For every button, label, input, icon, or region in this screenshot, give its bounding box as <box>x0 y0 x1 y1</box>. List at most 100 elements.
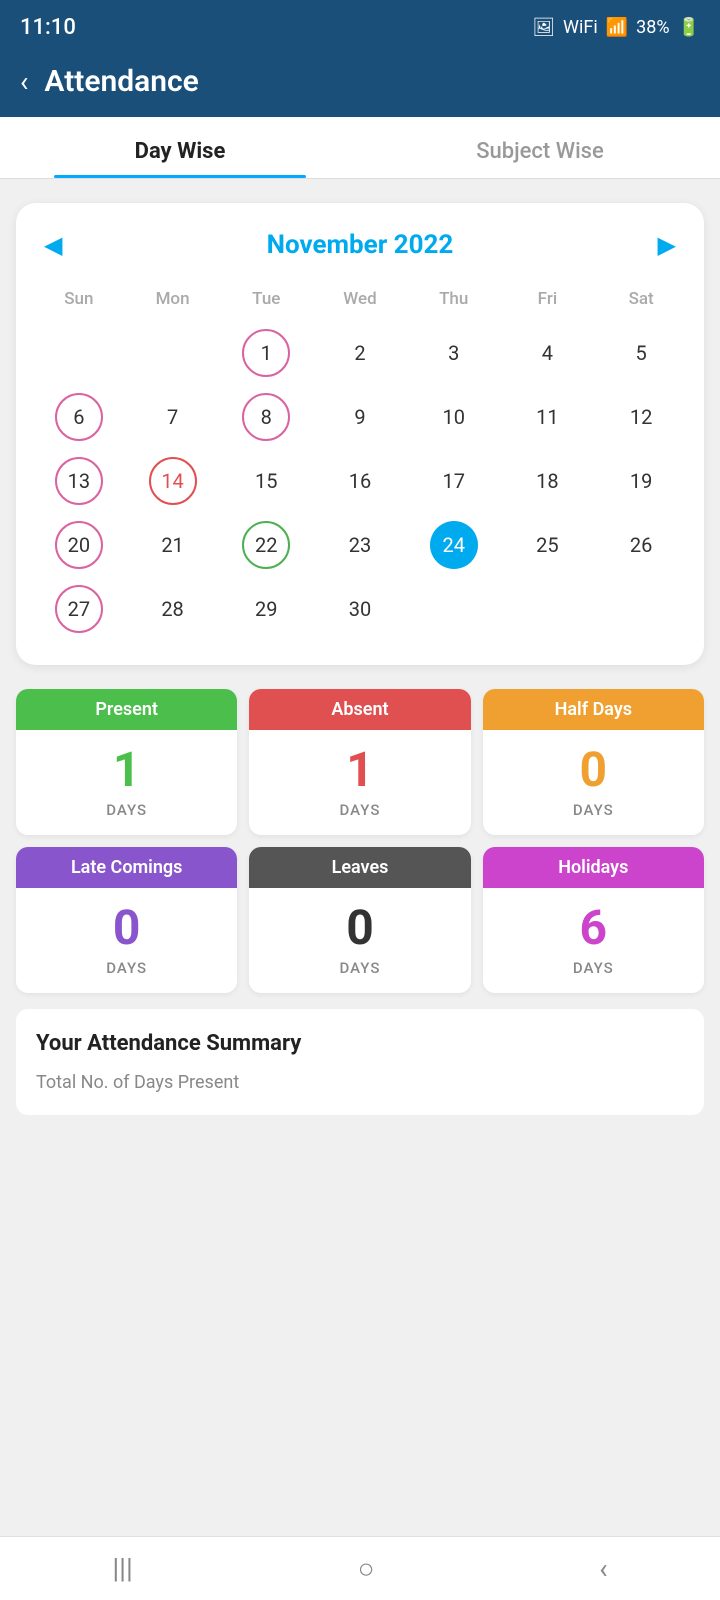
stat-header-holidays: Holidays <box>483 847 704 888</box>
cal-day-10[interactable]: 10 <box>407 385 501 449</box>
cal-day-empty <box>501 577 595 641</box>
nav-back[interactable]: ‹ <box>599 1552 607 1585</box>
stats-section: Present1DAYSAbsent1DAYSHalf Days0DAYSLat… <box>16 689 704 993</box>
cal-day-empty <box>594 577 688 641</box>
summary-section: Your Attendance Summary Total No. of Day… <box>16 1009 704 1115</box>
stat-header-present: Present <box>16 689 237 730</box>
nav-home[interactable]: ○ <box>358 1552 375 1585</box>
stat-value-present: 1 <box>24 744 229 797</box>
stat-header-absent: Absent <box>249 689 470 730</box>
dow-tue: Tue <box>219 283 313 321</box>
stat-value-absent: 1 <box>257 744 462 797</box>
cal-day-4[interactable]: 4 <box>501 321 595 385</box>
stat-body-leaves: 0 DAYS <box>249 888 470 993</box>
stat-body-holidays: 6 DAYS <box>483 888 704 993</box>
summary-title: Your Attendance Summary <box>36 1031 684 1056</box>
stat-header-leaves: Leaves <box>249 847 470 888</box>
status-time: 11:10 <box>20 15 76 40</box>
stat-header-half-days: Half Days <box>483 689 704 730</box>
stat-card-half-days: Half Days0DAYS <box>483 689 704 835</box>
calendar-header: ◀ November 2022 ▶ <box>32 227 688 263</box>
cal-day-12[interactable]: 12 <box>594 385 688 449</box>
prev-month-button[interactable]: ◀ <box>32 227 74 263</box>
dow-thu: Thu <box>407 283 501 321</box>
cal-day-5[interactable]: 5 <box>594 321 688 385</box>
cal-day-20[interactable]: 20 <box>32 513 126 577</box>
cal-day-15[interactable]: 15 <box>219 449 313 513</box>
stat-header-late-comings: Late Comings <box>16 847 237 888</box>
nav-recent-apps[interactable]: ||| <box>112 1552 133 1585</box>
stat-body-present: 1 DAYS <box>16 730 237 835</box>
stat-value-late-comings: 0 <box>24 902 229 955</box>
dow-wed: Wed <box>313 283 407 321</box>
cal-day-23[interactable]: 23 <box>313 513 407 577</box>
calendar-days: 1234567891011121314151617181920212223242… <box>32 321 688 641</box>
stat-unit-holidays: DAYS <box>491 959 696 977</box>
battery-icon: 🔋 <box>678 17 700 38</box>
stat-card-absent: Absent 1 DAYS <box>249 689 470 835</box>
cal-day-7[interactable]: 7 <box>126 385 220 449</box>
cal-day-empty <box>32 321 126 385</box>
stat-body-late-comings: 0 DAYS <box>16 888 237 993</box>
cal-day-26[interactable]: 26 <box>594 513 688 577</box>
stat-value-holidays: 6 <box>491 902 696 955</box>
stat-card-late-comings: Late Comings 0 DAYS <box>16 847 237 993</box>
stat-body-absent: 1 DAYS <box>249 730 470 835</box>
cal-day-17[interactable]: 17 <box>407 449 501 513</box>
stat-card-holidays: Holidays 6 DAYS <box>483 847 704 993</box>
page-title: Attendance <box>44 64 198 99</box>
signal-icon: 📶 <box>606 17 628 38</box>
stat-unit-half-days: DAYS <box>491 801 696 819</box>
cal-day-28[interactable]: 28 <box>126 577 220 641</box>
month-title: November 2022 <box>267 230 454 260</box>
cal-day-6[interactable]: 6 <box>32 385 126 449</box>
stat-unit-present: DAYS <box>24 801 229 819</box>
cal-day-9[interactable]: 9 <box>313 385 407 449</box>
summary-row-1: Total No. of Days Present <box>36 1066 684 1099</box>
bottom-nav: ||| ○ ‹ <box>0 1536 720 1600</box>
cal-day-16[interactable]: 16 <box>313 449 407 513</box>
calendar-grid: Sun Mon Tue Wed Thu Fri Sat <box>32 283 688 321</box>
dow-sat: Sat <box>594 283 688 321</box>
tab-day-wise[interactable]: Day Wise <box>0 117 360 178</box>
cal-day-2[interactable]: 2 <box>313 321 407 385</box>
cal-day-25[interactable]: 25 <box>501 513 595 577</box>
status-icons: 🖼 WiFi 📶 38% 🔋 <box>532 17 700 38</box>
stat-card-leaves: Leaves 0 DAYS <box>249 847 470 993</box>
calendar-card: ◀ November 2022 ▶ Sun Mon Tue Wed Thu Fr… <box>16 203 704 665</box>
photo-icon: 🖼 <box>532 17 555 38</box>
cal-day-3[interactable]: 3 <box>407 321 501 385</box>
stat-unit-late-comings: DAYS <box>24 959 229 977</box>
cal-day-14[interactable]: 14 <box>126 449 220 513</box>
back-button[interactable]: ‹ <box>20 65 28 98</box>
stat-card-present: Present 1 DAYS <box>16 689 237 835</box>
header: ‹ Attendance <box>0 50 720 117</box>
stat-unit-absent: DAYS <box>257 801 462 819</box>
cal-day-30[interactable]: 30 <box>313 577 407 641</box>
cal-day-27[interactable]: 27 <box>32 577 126 641</box>
cal-day-19[interactable]: 19 <box>594 449 688 513</box>
stat-body-half-days: 0DAYS <box>483 730 704 835</box>
dow-mon: Mon <box>126 283 220 321</box>
cal-day-1[interactable]: 1 <box>219 321 313 385</box>
stat-unit-leaves: DAYS <box>257 959 462 977</box>
cal-day-13[interactable]: 13 <box>32 449 126 513</box>
stat-value-leaves: 0 <box>257 902 462 955</box>
dow-fri: Fri <box>501 283 595 321</box>
cal-day-11[interactable]: 11 <box>501 385 595 449</box>
cal-day-24[interactable]: 24 <box>407 513 501 577</box>
cal-day-21[interactable]: 21 <box>126 513 220 577</box>
status-bar: 11:10 🖼 WiFi 📶 38% 🔋 <box>0 0 720 50</box>
cal-day-empty <box>407 577 501 641</box>
battery-text: 38% <box>636 17 669 38</box>
cal-day-29[interactable]: 29 <box>219 577 313 641</box>
wifi-icon: WiFi <box>563 17 598 38</box>
tab-bar: Day Wise Subject Wise <box>0 117 720 179</box>
cal-day-8[interactable]: 8 <box>219 385 313 449</box>
tab-subject-wise[interactable]: Subject Wise <box>360 117 720 178</box>
dow-sun: Sun <box>32 283 126 321</box>
next-month-button[interactable]: ▶ <box>646 227 688 263</box>
cal-day-22[interactable]: 22 <box>219 513 313 577</box>
cal-day-18[interactable]: 18 <box>501 449 595 513</box>
cal-day-empty <box>126 321 220 385</box>
